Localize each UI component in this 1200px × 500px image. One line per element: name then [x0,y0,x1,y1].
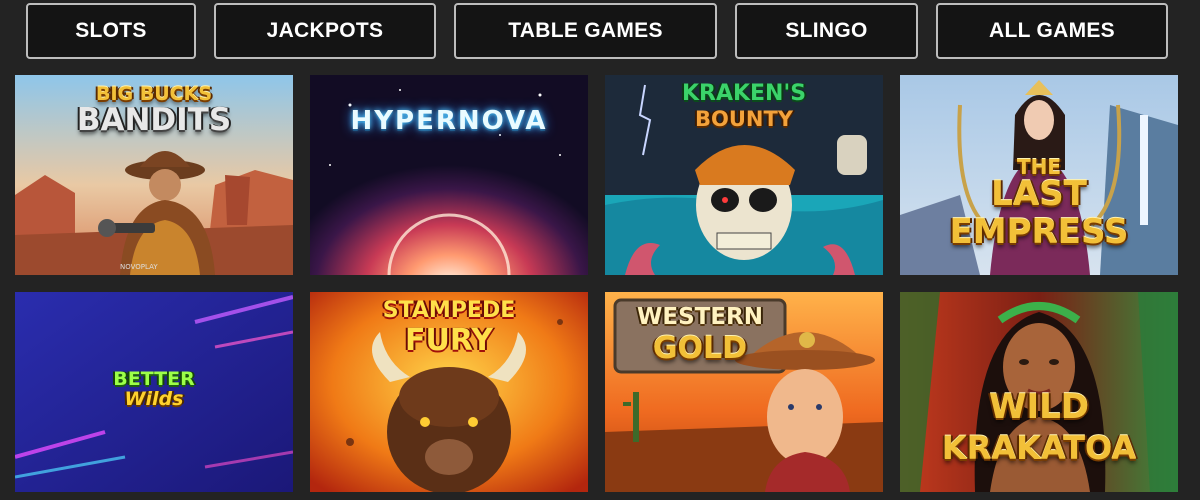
game-title-line1: STAMPEDE [382,298,516,323]
game-title-line3: EMPRESS [949,212,1129,252]
game-title-line1: KRAKEN'S [681,81,807,106]
game-tile-the-last-empress[interactable]: THE LAST EMPRESS [900,75,1178,275]
game-title-line2: Wilds [124,388,184,410]
game-tile-stampede-fury[interactable]: STAMPEDE FURY [310,292,588,492]
game-category-tabs: SLOTS JACKPOTS TABLE GAMES SLINGO ALL GA… [0,0,1200,66]
game-tile-big-bucks-bandits[interactable]: BIG BUCKS BANDITS NOVOPLAY [15,75,293,275]
exploding-star-art [310,75,588,275]
game-tile-krakens-bounty[interactable]: KRAKEN'S BOUNTY [605,75,883,275]
tab-all-games[interactable]: ALL GAMES [936,3,1168,59]
game-tile-better-wilds[interactable]: BETTER Wilds [15,292,293,492]
tab-slingo[interactable]: SLINGO [735,3,918,59]
game-title-line2: LAST [991,174,1087,214]
game-title-line1: BETTER [113,368,195,390]
tab-table-games[interactable]: TABLE GAMES [454,3,717,59]
game-tile-western-gold[interactable]: WESTERN GOLD [605,292,883,492]
game-title-line2: FURY [404,323,494,358]
game-title-line1: WESTERN [636,304,763,330]
game-title-line1: WILD [988,387,1090,427]
game-tile-hypernova[interactable]: HYPERNOVA [310,75,588,275]
game-title-line1: HYPERNOVA [350,106,548,136]
provider-mark: NOVOPLAY [120,263,158,271]
game-tile-wild-krakatoa[interactable]: WILD KRAKATOA [900,292,1178,492]
tab-slots[interactable]: SLOTS [26,3,196,59]
tab-jackpots[interactable]: JACKPOTS [214,3,436,59]
game-title-line2: KRAKATOA [941,429,1137,467]
game-title-line2: BOUNTY [694,107,794,131]
game-title-line2: GOLD [652,331,748,366]
game-title-line2: BANDITS [76,102,232,138]
